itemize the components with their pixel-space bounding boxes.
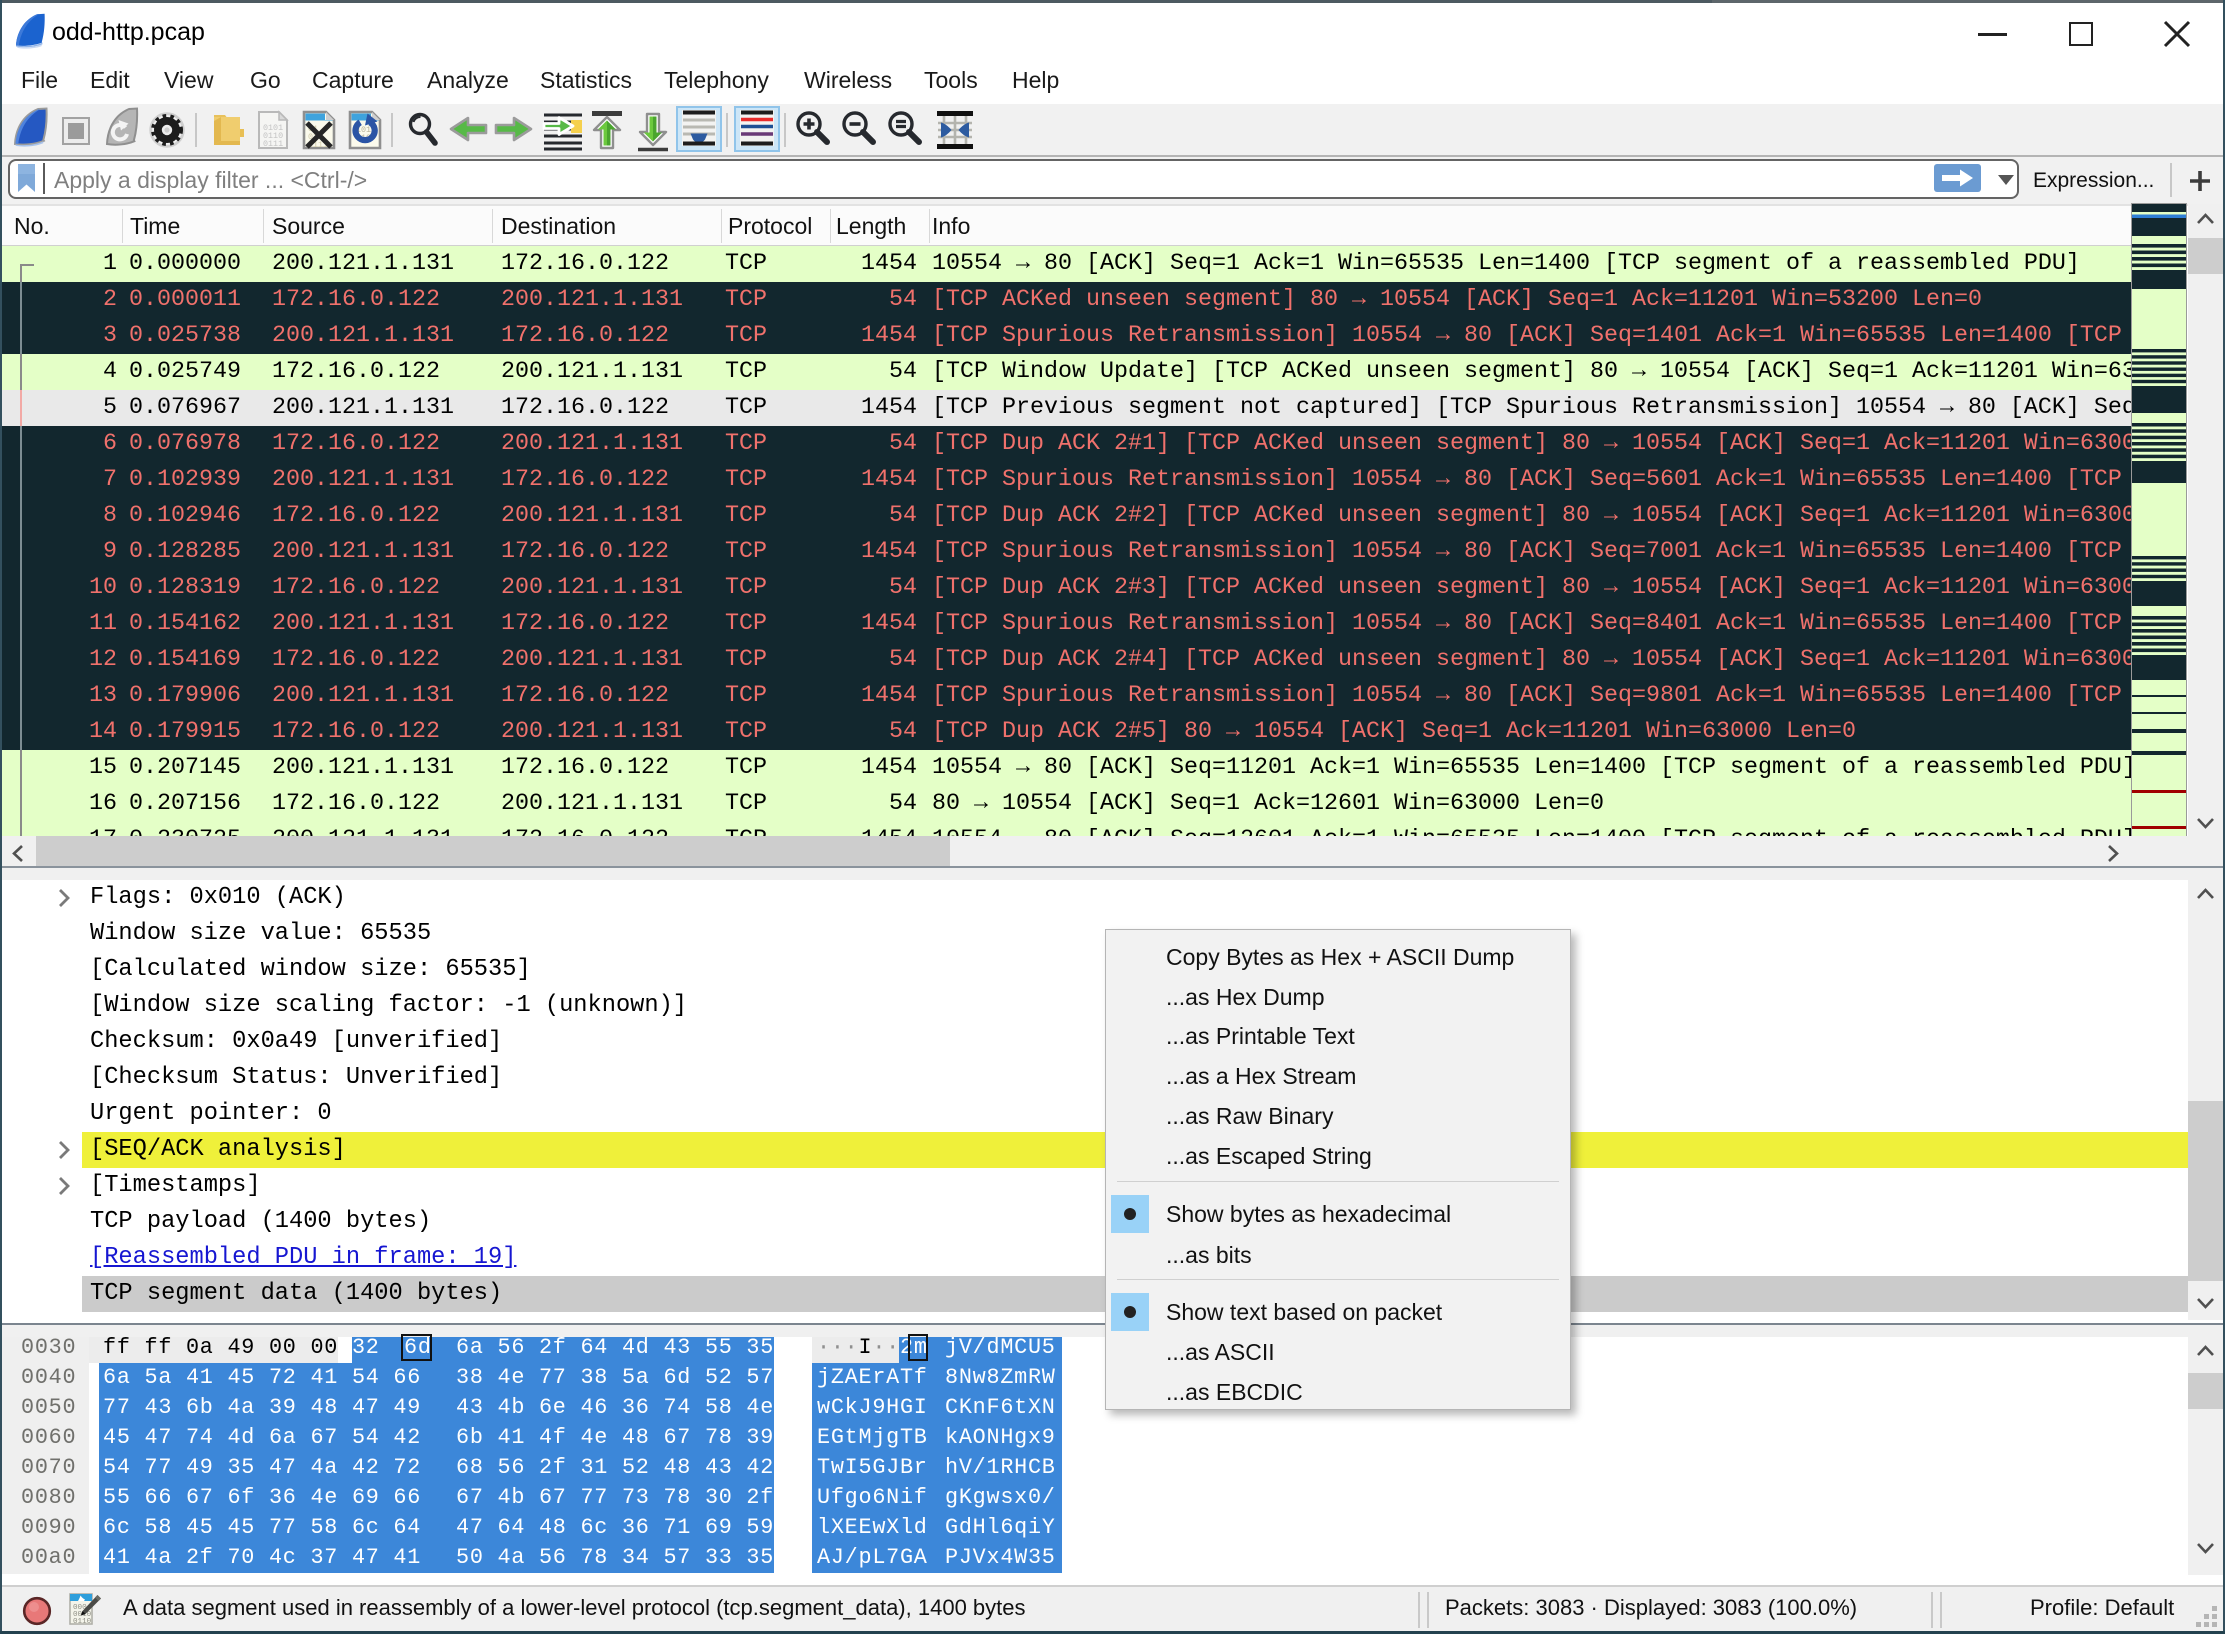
svg-text:0110: 0110 — [73, 1618, 92, 1625]
svg-text:0111: 0111 — [263, 139, 283, 149]
